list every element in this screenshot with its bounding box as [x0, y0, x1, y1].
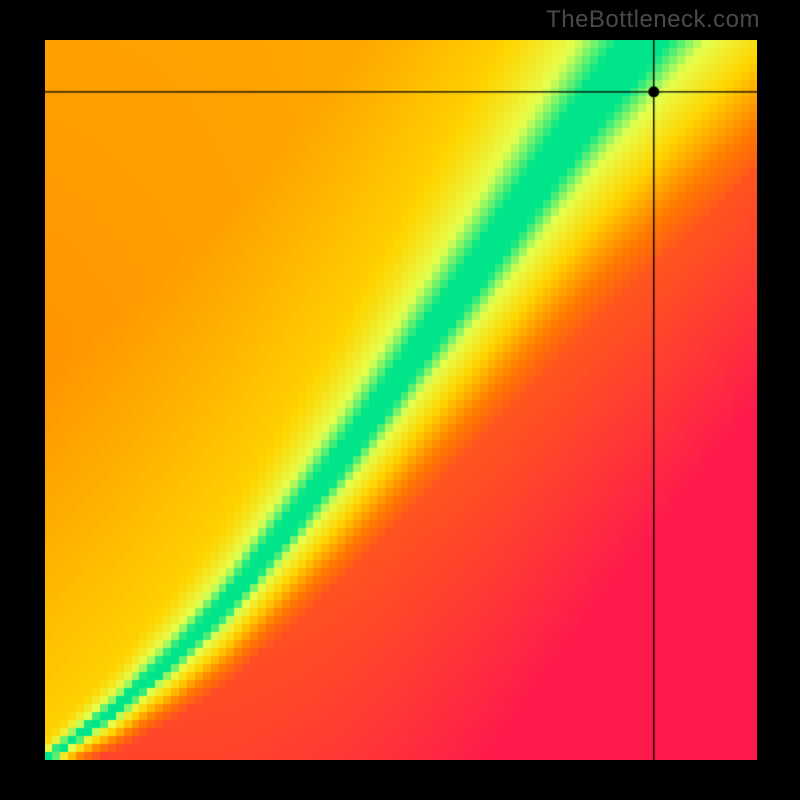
- crosshair-overlay: [45, 40, 757, 760]
- watermark-text: TheBottleneck.com: [546, 6, 760, 34]
- chart-frame: TheBottleneck.com: [0, 0, 800, 800]
